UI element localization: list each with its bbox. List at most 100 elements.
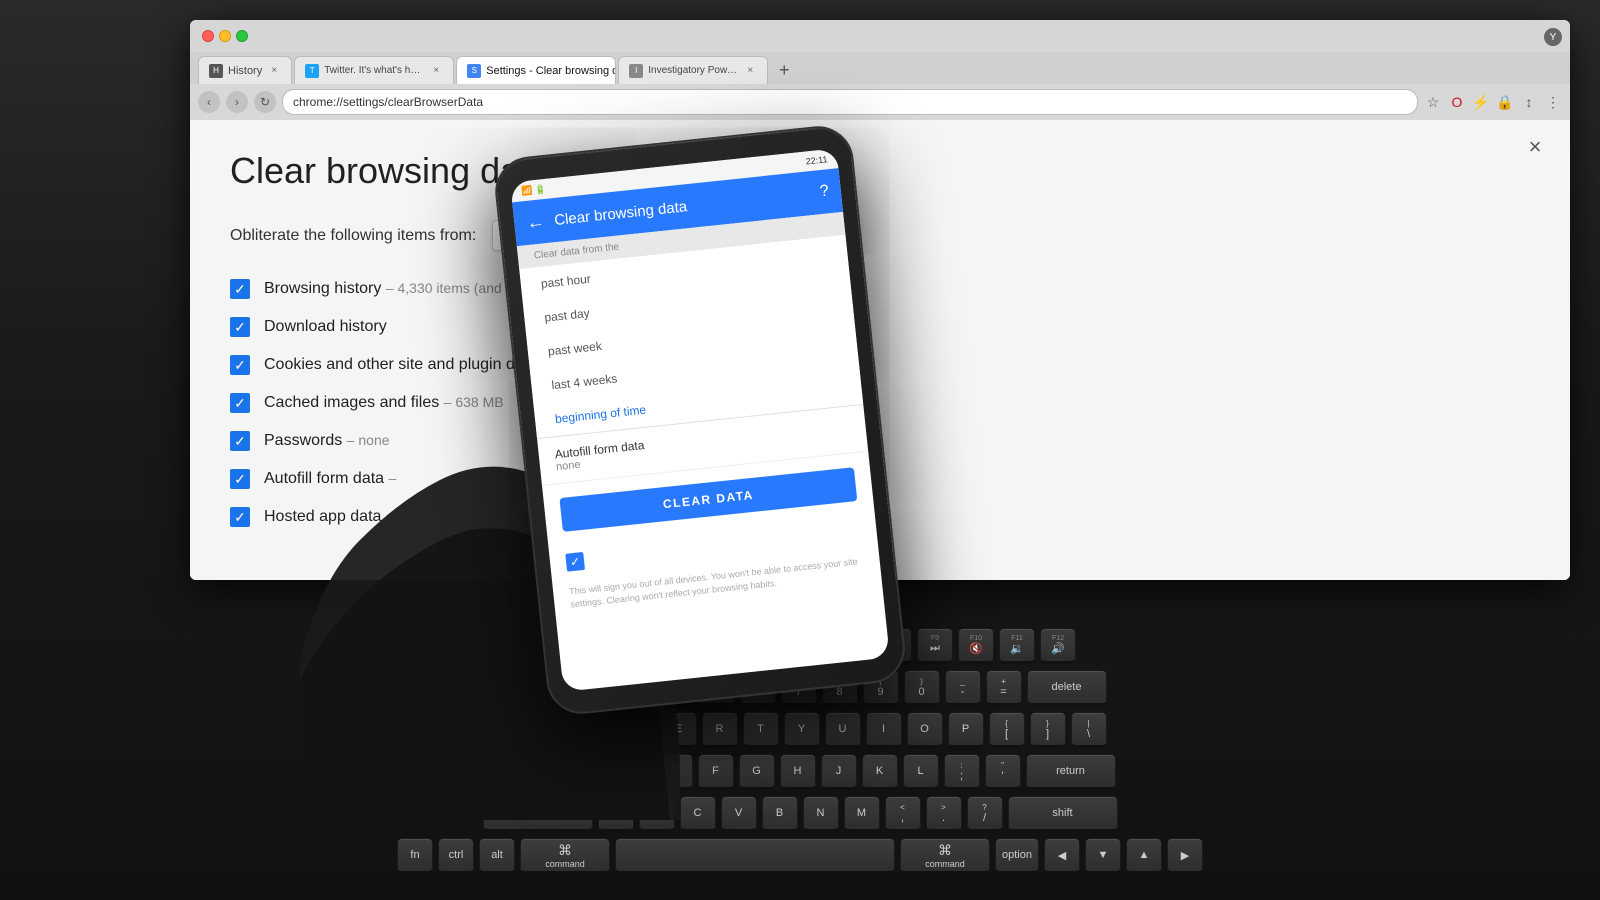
time-range-row: Obliterate the following items from: the… xyxy=(230,220,1530,251)
tab-close-investigatory[interactable]: × xyxy=(743,64,757,78)
key-equals[interactable]: += xyxy=(986,670,1022,706)
key-arrow-up[interactable]: ▲ xyxy=(1126,838,1162,874)
key-delete[interactable]: delete xyxy=(1027,670,1107,706)
user-avatar: Y xyxy=(1544,28,1562,46)
tab-investigatory[interactable]: I Investigatory Powers Bill rece... × xyxy=(618,56,768,84)
toolbar-icons: ☆ O ⚡ 🔒 ↕ ⋮ xyxy=(1424,93,1562,111)
checkbox-browsing-history: ✓ Browsing history – 4,330 items (and mo… xyxy=(230,279,1530,299)
maximize-window-button[interactable] xyxy=(236,30,248,42)
new-tab-button[interactable]: + xyxy=(770,56,798,84)
key-slash[interactable]: ?/ xyxy=(967,796,1003,832)
key-return[interactable]: return xyxy=(1026,754,1116,790)
extension-icon-2[interactable]: 🔒 xyxy=(1496,93,1514,111)
key-comma[interactable]: <, xyxy=(885,796,921,832)
key-f11[interactable]: F11🔉 xyxy=(999,628,1035,664)
key-control[interactable]: ctrl xyxy=(438,838,474,874)
tab-history[interactable]: H History × xyxy=(198,56,292,84)
checkbox-autofill-box[interactable]: ✓ xyxy=(230,469,250,489)
phone-help-icon[interactable]: ? xyxy=(819,182,830,201)
tab-favicon-twitter: T xyxy=(305,64,319,78)
browser-tabs: H History × T Twitter. It's what's happe… xyxy=(190,52,1570,84)
time-range-label: Obliterate the following items from: xyxy=(230,227,476,245)
key-backslash[interactable]: |\ xyxy=(1071,712,1107,748)
key-quote[interactable]: "' xyxy=(985,754,1021,790)
phone-device-wrapper: 📶 🔋 22:11 ← Clear browsing data ? Clear … xyxy=(520,140,880,700)
key-command-right[interactable]: ⌘ command xyxy=(900,838,990,874)
opera-icon[interactable]: O xyxy=(1448,93,1466,111)
extension-icon-3[interactable]: ↕ xyxy=(1520,93,1538,111)
key-k[interactable]: K xyxy=(862,754,898,790)
key-0[interactable]: )0 xyxy=(904,670,940,706)
key-f9[interactable]: F9⏭ xyxy=(917,628,953,664)
key-fn[interactable]: fn xyxy=(397,838,433,874)
tab-label-twitter: Twitter. It's what's happening. xyxy=(324,65,424,76)
reload-button[interactable]: ↻ xyxy=(254,91,276,113)
key-j[interactable]: J xyxy=(821,754,857,790)
key-semicolon[interactable]: :; xyxy=(944,754,980,790)
menu-icon[interactable]: ⋮ xyxy=(1544,93,1562,111)
tab-label-investigatory: Investigatory Powers Bill rece... xyxy=(648,65,738,76)
key-arrow-down[interactable]: ▼ xyxy=(1085,838,1121,874)
tab-close-twitter[interactable]: × xyxy=(429,64,443,78)
keyboard-row-bottom: fn ctrl alt ⌘ command ⌘ command option ◀… xyxy=(80,838,1520,874)
tab-label-history: History xyxy=(228,65,262,77)
checkbox-hosted-app-box[interactable]: ✓ xyxy=(230,507,250,527)
checkbox-cached-images-box[interactable]: ✓ xyxy=(230,393,250,413)
checkbox-passwords-box[interactable]: ✓ xyxy=(230,431,250,451)
phone-back-button[interactable]: ← xyxy=(525,211,545,234)
bookmark-icon[interactable]: ☆ xyxy=(1424,93,1442,111)
browser-title-bar: Y xyxy=(190,20,1570,52)
key-n[interactable]: N xyxy=(803,796,839,832)
key-m[interactable]: M xyxy=(844,796,880,832)
key-y[interactable]: Y xyxy=(784,712,820,748)
key-alt-left[interactable]: alt xyxy=(479,838,515,874)
address-bar[interactable]: chrome://settings/clearBrowserData xyxy=(282,89,1418,115)
phone-checkbox[interactable]: ✓ xyxy=(565,552,585,572)
phone-status-time: 22:11 xyxy=(805,154,828,166)
tab-label-settings: Settings - Clear browsing data xyxy=(486,65,616,77)
phone-app-title: Clear browsing data xyxy=(553,198,687,229)
key-i[interactable]: I xyxy=(866,712,902,748)
key-p[interactable]: P xyxy=(948,712,984,748)
checkbox-download-history-box[interactable]: ✓ xyxy=(230,317,250,337)
key-arrow-left[interactable]: ◀ xyxy=(1044,838,1080,874)
checkbox-download-history-label: Download history xyxy=(264,318,387,336)
dialog-title: Clear browsing data xyxy=(230,150,1530,192)
key-period[interactable]: >. xyxy=(926,796,962,832)
extension-icon-1[interactable]: ⚡ xyxy=(1472,93,1490,111)
address-bar-row: ‹ › ↻ chrome://settings/clearBrowserData… xyxy=(190,84,1570,120)
keyboard-row-zxcv: shift Z X C V B N M <, >. ?/ shift xyxy=(80,796,1520,832)
key-u[interactable]: U xyxy=(825,712,861,748)
tab-settings[interactable]: S Settings - Clear browsing data × xyxy=(456,56,616,84)
key-option-right[interactable]: option xyxy=(995,838,1039,874)
key-command-left[interactable]: ⌘ command xyxy=(520,838,610,874)
tab-twitter[interactable]: T Twitter. It's what's happening. × xyxy=(294,56,454,84)
key-l[interactable]: L xyxy=(903,754,939,790)
key-arrow-right[interactable]: ▶ xyxy=(1167,838,1203,874)
back-button[interactable]: ‹ xyxy=(198,91,220,113)
key-bracket-open[interactable]: {[ xyxy=(989,712,1025,748)
key-minus[interactable]: _- xyxy=(945,670,981,706)
key-spacebar[interactable] xyxy=(615,838,895,874)
forward-button[interactable]: › xyxy=(226,91,248,113)
keyboard-row-asdf: caps lock A S D F G H J K L :; "' return xyxy=(80,754,1520,790)
tab-favicon-settings: S xyxy=(467,64,481,78)
checkbox-cookies-box[interactable]: ✓ xyxy=(230,355,250,375)
close-window-button[interactable] xyxy=(202,30,214,42)
key-f12[interactable]: F12🔊 xyxy=(1040,628,1076,664)
tab-close-history[interactable]: × xyxy=(267,64,281,78)
key-f10[interactable]: F10🔇 xyxy=(958,628,994,664)
key-h[interactable]: H xyxy=(780,754,816,790)
key-o[interactable]: O xyxy=(907,712,943,748)
address-bar-url: chrome://settings/clearBrowserData xyxy=(293,95,483,109)
key-bracket-close[interactable]: }] xyxy=(1030,712,1066,748)
checkbox-cookies: ✓ Cookies and other site and plugin data xyxy=(230,355,1530,375)
checkbox-browsing-history-box[interactable]: ✓ xyxy=(230,279,250,299)
dialog-close-button[interactable]: × xyxy=(1520,132,1550,162)
phone-device: 📶 🔋 22:11 ← Clear browsing data ? Clear … xyxy=(492,123,909,718)
checkbox-cookies-label: Cookies and other site and plugin data xyxy=(264,356,537,374)
phone-status-icons: 📶 🔋 xyxy=(521,183,547,197)
traffic-lights xyxy=(202,30,248,42)
minimize-window-button[interactable] xyxy=(219,30,231,42)
key-shift-right[interactable]: shift xyxy=(1008,796,1118,832)
